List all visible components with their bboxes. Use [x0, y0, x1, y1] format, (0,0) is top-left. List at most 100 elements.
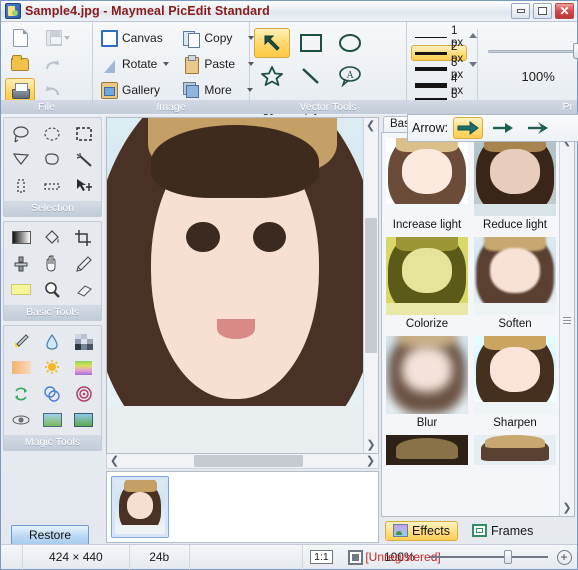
highlighter-tool[interactable] [6, 277, 36, 302]
eraser-tool[interactable] [69, 277, 99, 302]
open-button[interactable] [5, 52, 35, 76]
warm-gradient-tool[interactable] [6, 355, 36, 380]
arrow-tool-button[interactable] [254, 28, 290, 58]
hscroll-track[interactable] [122, 454, 363, 468]
rotate-color-tool[interactable] [6, 381, 36, 406]
gallery-button[interactable]: Gallery [97, 78, 173, 102]
effect-thumbnail[interactable] [386, 435, 468, 465]
rings-tool[interactable] [69, 381, 99, 406]
color-picker-tool[interactable] [6, 329, 36, 354]
magic-wand-tool[interactable] [69, 147, 99, 172]
canvas-horizontal-scrollbar[interactable]: ❮ ❯ [106, 454, 379, 469]
scroll-down-button[interactable]: ❯ [364, 438, 378, 453]
arrow-style-swept-button[interactable] [523, 117, 553, 139]
photo-enhance-tool[interactable] [69, 407, 99, 432]
paint-bucket-tool[interactable] [37, 225, 67, 250]
minimize-button[interactable] [511, 3, 530, 19]
undo-button[interactable] [37, 78, 67, 102]
effect-item[interactable] [386, 435, 468, 465]
scroll-left-button[interactable]: ❮ [107, 454, 122, 468]
scroll-up-button[interactable]: ❯ [364, 118, 378, 133]
maximize-button[interactable] [533, 3, 552, 19]
magnifier-tool[interactable] [37, 277, 67, 302]
hand-tool[interactable] [37, 251, 67, 276]
effect-item[interactable] [474, 435, 556, 465]
tab-frames[interactable]: Frames [464, 521, 541, 541]
save-dropdown-caret[interactable] [64, 36, 70, 40]
arrow-style-thin-button[interactable] [488, 117, 518, 139]
effect-thumbnail[interactable] [386, 138, 468, 216]
photo-effect-tool[interactable] [37, 407, 67, 432]
new-button[interactable] [5, 26, 35, 50]
effects-scroll-grip[interactable] [563, 317, 571, 325]
zoom-slider-thumb[interactable] [504, 550, 513, 564]
tab-effects[interactable]: Effects [385, 520, 458, 541]
effect-thumbnail[interactable] [474, 336, 556, 414]
horizontal-marquee-tool[interactable] [37, 173, 67, 198]
effect-thumbnail[interactable] [474, 138, 556, 216]
red-eye-tool[interactable] [6, 407, 36, 432]
copy-button[interactable]: Copy [179, 26, 258, 50]
save-button[interactable] [37, 26, 79, 50]
rectangle-tool-button[interactable] [293, 28, 329, 58]
effects-scroll-down-button[interactable]: ❯ [560, 501, 574, 516]
star-tool-button[interactable] [254, 61, 290, 91]
rotate-button[interactable]: Rotate [97, 52, 173, 76]
zoom-slider[interactable] [488, 43, 578, 59]
overlap-tool[interactable] [37, 381, 67, 406]
effect-item[interactable]: Sharpen [474, 336, 556, 433]
spinner-up-icon[interactable] [469, 33, 478, 38]
thumbnail-item[interactable] [111, 476, 169, 538]
scroll-right-button[interactable]: ❯ [363, 454, 378, 468]
line-width-spinner[interactable] [469, 33, 478, 67]
spinner-down-icon[interactable] [469, 62, 478, 67]
polygon-select-tool[interactable] [6, 147, 36, 172]
brightness-tool[interactable] [37, 355, 67, 380]
restore-button[interactable]: Restore [11, 525, 89, 545]
effect-item[interactable]: Reduce light [474, 138, 556, 235]
ratio-button[interactable]: 1:1 [303, 545, 339, 570]
move-selection-tool[interactable] [69, 173, 99, 198]
line-tool-button[interactable] [293, 61, 329, 91]
callout-tool-button[interactable]: A [332, 61, 368, 91]
redo-button[interactable] [37, 52, 67, 76]
canvas-button[interactable]: Canvas [97, 26, 173, 50]
crop-tool[interactable] [69, 225, 99, 250]
paste-button[interactable]: Paste [179, 52, 258, 76]
effect-item[interactable]: Blur [386, 336, 468, 433]
zoom-slider-thumb[interactable] [573, 43, 578, 59]
pencil-tool[interactable] [69, 251, 99, 276]
lasso-tool[interactable] [6, 121, 36, 146]
hue-tool[interactable] [69, 355, 99, 380]
close-button[interactable]: ✕ [555, 3, 574, 19]
pixelate-tool[interactable] [69, 329, 99, 354]
effects-scroll-track[interactable] [560, 148, 574, 501]
effect-item[interactable]: Colorize [386, 237, 468, 334]
zoom-in-button[interactable]: + [551, 545, 577, 570]
canvas-vertical-scrollbar[interactable]: ❯ ❯ [363, 118, 378, 453]
hscroll-thumb[interactable] [194, 455, 303, 467]
image-canvas[interactable]: ❯ ❯ [106, 117, 379, 454]
line-width-list[interactable]: 1 px 2 px 3 px 4 px 5 [411, 25, 468, 113]
image-preview[interactable] [107, 118, 363, 453]
status-zoom-slider[interactable] [427, 545, 551, 570]
vscroll-thumb[interactable] [365, 218, 377, 353]
ellipse-tool-button[interactable] [332, 28, 368, 58]
clone-stamp-tool[interactable] [6, 251, 36, 276]
arrow-style-solid-button[interactable] [453, 117, 484, 139]
effect-thumbnail[interactable] [386, 336, 468, 414]
blur-drop-tool[interactable] [37, 329, 67, 354]
more-button[interactable]: More [179, 78, 258, 102]
effect-thumbnail[interactable] [474, 237, 556, 315]
freeform-select-tool[interactable] [37, 147, 67, 172]
ellipse-select-tool[interactable] [37, 121, 67, 146]
vertical-marquee-tool[interactable] [6, 173, 36, 198]
rotate-dropdown-caret[interactable] [163, 62, 170, 66]
effects-vertical-scrollbar[interactable]: ❯ ❯ [559, 133, 574, 516]
gradient-tool[interactable] [6, 225, 36, 250]
rectangle-select-tool[interactable] [69, 121, 99, 146]
vscroll-track[interactable] [364, 133, 378, 438]
effect-thumbnail[interactable] [386, 237, 468, 315]
zoom-slider-control[interactable] [430, 550, 549, 564]
effect-thumbnail[interactable] [474, 435, 556, 465]
